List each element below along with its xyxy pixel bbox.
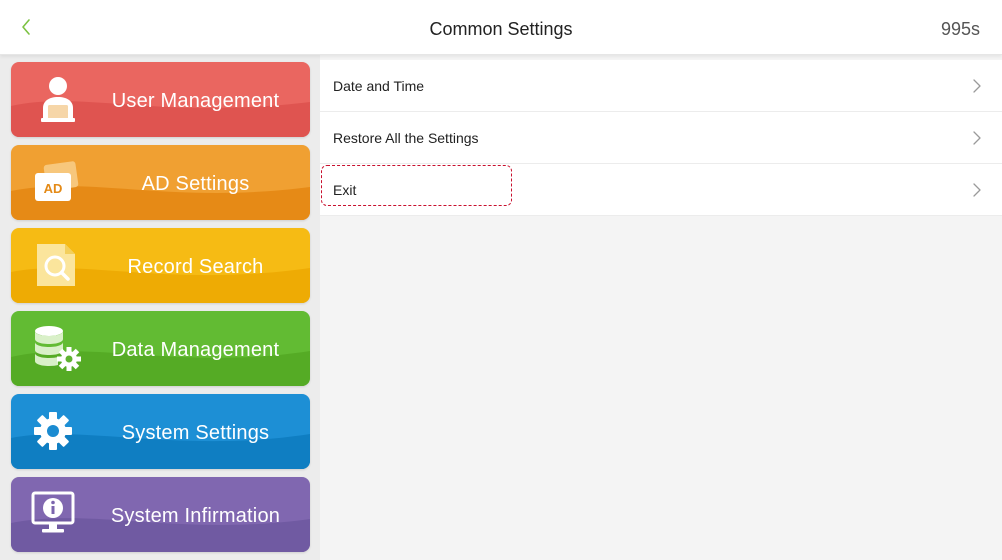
sidebar-item-user-management[interactable]: User Management bbox=[11, 62, 310, 137]
sidebar-item-label: System Infirmation bbox=[110, 505, 281, 527]
sidebar-item-data-management[interactable]: Data Management bbox=[11, 311, 310, 386]
sidebar-item-system-settings[interactable]: System Settings bbox=[11, 394, 310, 469]
gear-icon bbox=[34, 412, 72, 450]
ad-icon-text: AD bbox=[44, 181, 63, 196]
menu-item-restore-all-settings[interactable]: Restore All the Settings bbox=[320, 112, 1002, 164]
page-title: Common Settings bbox=[429, 19, 573, 39]
sidebar-item-ad-settings[interactable]: AD AD Settings bbox=[11, 145, 310, 220]
user-icon bbox=[41, 77, 75, 122]
sidebar-item-system-information[interactable]: System Infirmation bbox=[11, 477, 310, 552]
chevron-right-icon bbox=[973, 79, 981, 93]
sidebar-item-record-search[interactable]: Record Search bbox=[11, 228, 310, 303]
info-monitor-icon bbox=[31, 491, 75, 533]
menu-item-date-and-time[interactable]: Date and Time bbox=[320, 60, 1002, 112]
chevron-right-icon bbox=[973, 131, 981, 145]
menu-item-label: Date and Time bbox=[333, 78, 425, 94]
settings-list: Date and Time Restore All the Settings E… bbox=[320, 55, 1002, 560]
sidebar: User Management AD AD Settings Record Se… bbox=[0, 55, 320, 560]
sidebar-item-label: AD Settings bbox=[141, 173, 250, 195]
menu-item-label: Restore All the Settings bbox=[333, 130, 479, 146]
sidebar-item-label: Record Search bbox=[127, 256, 264, 278]
sidebar-item-label: User Management bbox=[111, 90, 280, 112]
sidebar-item-label: System Settings bbox=[121, 422, 270, 444]
sidebar-item-label: Data Management bbox=[111, 339, 280, 361]
menu-item-exit[interactable]: Exit bbox=[320, 164, 1002, 216]
chevron-right-icon bbox=[973, 183, 981, 197]
ad-icon: AD bbox=[35, 161, 79, 201]
countdown-timer: 995s bbox=[940, 19, 980, 39]
top-bar: Common Settings 995s bbox=[0, 0, 1002, 55]
menu-item-label: Exit bbox=[333, 182, 357, 198]
database-gear-icon bbox=[35, 326, 81, 371]
record-search-icon bbox=[37, 244, 75, 286]
